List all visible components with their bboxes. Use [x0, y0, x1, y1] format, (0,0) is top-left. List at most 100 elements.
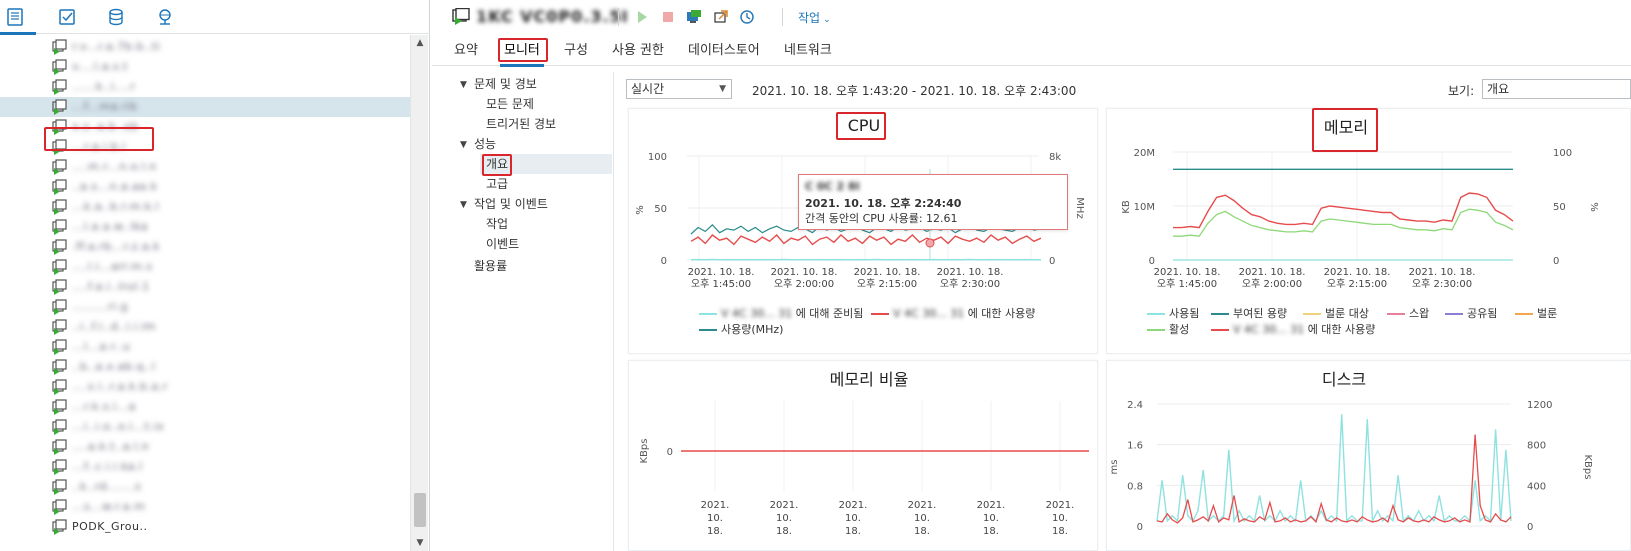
legend-swatch [1211, 329, 1229, 331]
tree-item-vm[interactable]: ...l.a.a.w..lka [0, 217, 410, 237]
tab-configure[interactable]: 구성 [560, 41, 592, 65]
tab-summary[interactable]: 요약 [450, 41, 482, 65]
power-on-icon[interactable] [632, 7, 652, 27]
subnav-tasks[interactable]: 작업 [486, 214, 508, 234]
power-off-icon[interactable] [658, 7, 678, 27]
y2-axis-label: KBps [1582, 455, 1593, 480]
tree-item-vm[interactable]: ..i..f.i..d..i.i.im [0, 317, 410, 337]
vms-templates-icon[interactable] [54, 4, 80, 30]
tree-item-vm[interactable]: ...k.a..b.r.m.k.l [0, 197, 410, 217]
x-tick-label: 18. [776, 526, 792, 537]
vm-icon [52, 199, 68, 215]
tree-item-vm[interactable]: ..a.s...n.a.aa.k [0, 177, 410, 197]
chart-tooltip: C 0C 2 8I 2021. 10. 18. 오후 2:24:40 간격 동안… [798, 174, 1068, 230]
y2-tick-label: 800 [1527, 441, 1546, 452]
inventory-tree: r.v...r.a.7b.b..ti v....l.a.s.t ......k..i… [0, 35, 430, 551]
inventory-navigator: r.v...r.a.7b.b..ti v....l.a.s.t ......k..i… [0, 0, 430, 551]
vm-icon [52, 479, 68, 495]
subnav-triggered-alarms[interactable]: 트리거된 경보 [486, 114, 556, 134]
x-tick-label: 10. [707, 513, 723, 524]
x-tick-label: 오후 2:15:00 [857, 278, 917, 290]
tree-item-vm[interactable]: .ff.a.rb...r.z.a.k [0, 237, 410, 257]
view-label: 보기: [1448, 84, 1475, 98]
tab-monitor[interactable]: 모니터 [500, 41, 544, 67]
tab-networks[interactable]: 네트워크 [780, 41, 836, 65]
storage-icon[interactable] [103, 4, 129, 30]
actions-menu-button[interactable]: 작업 ⌄ [798, 9, 831, 26]
vm-icon [52, 459, 68, 475]
caret-down-icon[interactable]: ▼ [460, 75, 467, 95]
subnav-tasks-events[interactable]: 작업 및 이벤트 [474, 194, 548, 214]
y2-tick-label: 1200 [1527, 400, 1552, 411]
scroll-down-arrow[interactable]: ▼ [411, 535, 429, 551]
snapshot-icon[interactable] [737, 7, 757, 27]
tree-item-vm[interactable]: .........ri.g [0, 297, 410, 317]
tree-item-vm[interactable]: v....l.a.s.t [0, 57, 410, 77]
vm-label: .ff.a.rb...r.z.a.k [72, 240, 161, 253]
chart-title: 메모리 [1324, 118, 1368, 137]
view-select[interactable]: 개요 [1482, 79, 1631, 99]
time-range-select[interactable]: 실시간 ▼ [626, 79, 732, 99]
caret-down-icon[interactable]: ▼ [460, 195, 467, 215]
subnav-all-issues[interactable]: 모든 문제 [486, 94, 534, 114]
tab-datastores[interactable]: 데이터스토어 [684, 41, 764, 65]
tree-item-vm[interactable]: ....m.r...n.o.l.n [0, 157, 410, 177]
subnav-utilization[interactable]: 활용률 [474, 256, 507, 276]
hosts-clusters-icon[interactable] [0, 4, 36, 35]
vm-label: ...r.a.i.b.i [72, 140, 126, 153]
console-icon[interactable] [684, 7, 704, 27]
vm-icon [52, 39, 68, 55]
x-tick-label: 2021. 10. 18. [854, 267, 921, 278]
tree-item-vm[interactable]: ...f...ma.rik [0, 97, 410, 117]
vm-icon [52, 299, 68, 315]
tree-item-vm[interactable]: ...f..c.i.i.ka.l [0, 457, 410, 477]
series-line-active [1173, 208, 1514, 237]
caret-down-icon[interactable]: ▼ [460, 135, 467, 155]
subnav-advanced[interactable]: 고급 [486, 174, 508, 194]
subnav-issues[interactable]: 문제 및 경보 [474, 74, 537, 94]
vm-label: ......k..i....r [72, 80, 136, 93]
tree-item-vm[interactable]: ...i..i.o..o.i...t.ix [0, 417, 410, 437]
tree-item-vm[interactable]: ..b..a.x.ab.q..l [0, 357, 410, 377]
legend-vm-name: V 4C 30... 31 [721, 307, 793, 320]
tree-item-vm[interactable]: ....s.i..r.a.k.b.a.r [0, 377, 410, 397]
x-tick-label: 10. [983, 513, 999, 524]
tree-item-vm[interactable]: ....a.k.t..a.l.n [0, 437, 410, 457]
vm-label: x.z..a.b..ob [72, 120, 139, 133]
vm-label: .........ri.g [72, 300, 129, 313]
navigator-scrollbar[interactable]: ▲ ▼ [410, 35, 428, 551]
tree-item-vm[interactable]: ....l.i...arr.m.s [0, 257, 410, 277]
subnav-overview[interactable]: 개요 [486, 154, 508, 174]
tree-item-vm[interactable]: ......k..i....r [0, 77, 410, 97]
vm-label: ....s.i..r.a.k.b.a.r [72, 380, 168, 393]
scroll-thumb[interactable] [414, 493, 426, 527]
subnav-performance[interactable]: 성능 [474, 134, 496, 154]
tree-item-vm[interactable]: ...r.k.s.i...a [0, 397, 410, 417]
networking-icon[interactable] [152, 4, 178, 30]
tree-item-vm[interactable]: r.v...r.a.7b.b..ti [0, 37, 410, 57]
tooltip-vm-name: C 0C 2 8I [805, 180, 860, 193]
x-tick-label: 오후 1:45:00 [1157, 278, 1217, 290]
tree-item-vm[interactable]: PODK_Grou.. [0, 517, 410, 537]
tree-item-vm[interactable]: ...l...a.r..u [0, 337, 410, 357]
x-tick-label: 2021. [701, 500, 730, 511]
vm-icon [52, 519, 68, 535]
legend-vm-name: V 4C 30... 31 [1233, 323, 1305, 336]
scroll-up-arrow[interactable]: ▲ [411, 35, 429, 51]
x-tick-label: 10. [845, 513, 861, 524]
y-axis-label: % [635, 205, 646, 215]
tree-item-vm[interactable]: ...s...w.r.a.m [0, 497, 410, 517]
tree-item-vm[interactable]: ..k..rd.......s [0, 477, 410, 497]
x-tick-label: 2021. [839, 500, 868, 511]
vm-icon [52, 119, 68, 135]
vm-label: ....f.a.i..lrul.1 [72, 280, 150, 293]
subnav-events[interactable]: 이벤트 [486, 234, 519, 254]
legend-swatch [1387, 313, 1405, 315]
tab-permissions[interactable]: 사용 권한 [608, 41, 668, 65]
vm-label: ....a.k.t..a.l.n [72, 440, 150, 453]
tree-item-vm[interactable]: x.z..a.b..ob [0, 117, 410, 137]
tree-item-vm[interactable]: ....f.a.i..lrul.1 [0, 277, 410, 297]
chevron-down-icon: ▼ [719, 84, 726, 94]
tree-item-vm[interactable]: ...r.a.i.b.i [0, 137, 410, 157]
migrate-icon[interactable] [711, 7, 731, 27]
